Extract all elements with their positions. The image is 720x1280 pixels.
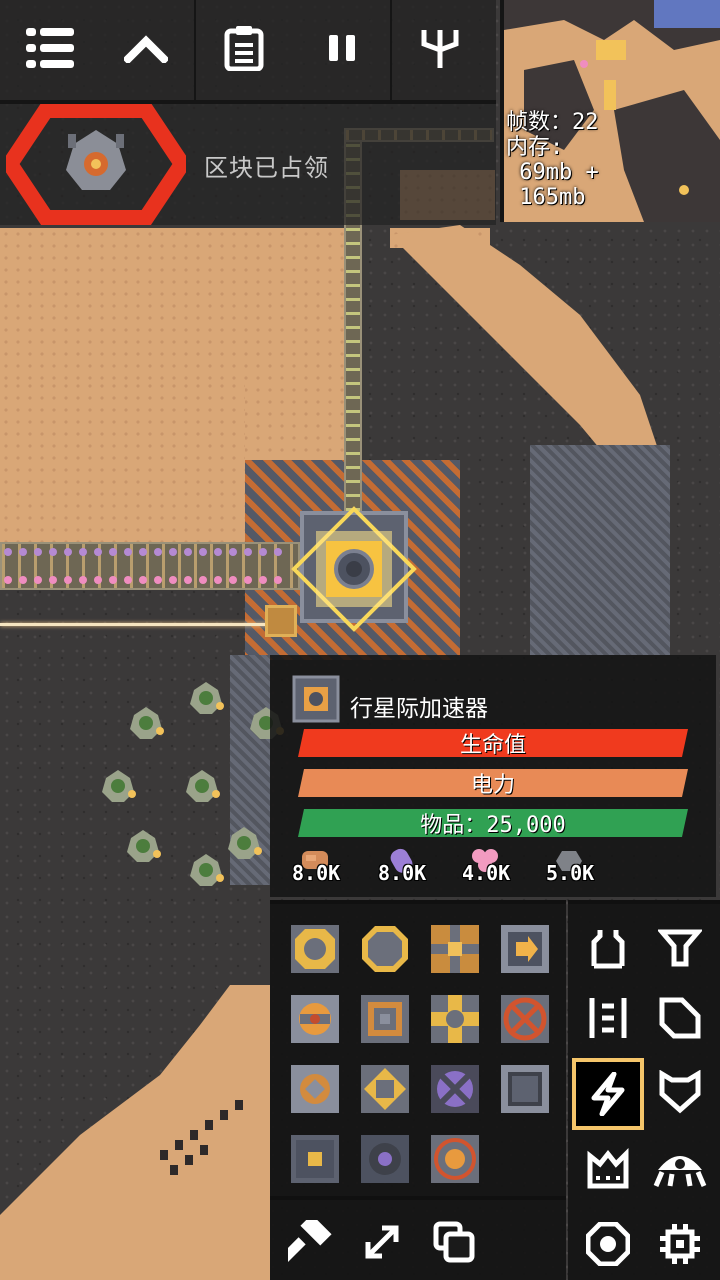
container-block[interactable]	[360, 994, 410, 1044]
fps-counter: 帧数：22	[506, 110, 599, 135]
distributor-block[interactable]	[360, 1134, 410, 1184]
production-icon[interactable]	[648, 916, 712, 980]
resource-silicon: 5.0K	[528, 847, 618, 887]
unloader-block[interactable]	[500, 924, 550, 974]
copy-icon[interactable]	[422, 1210, 486, 1274]
logic-icon[interactable]	[648, 1212, 712, 1276]
enemy-unit[interactable]	[128, 705, 164, 741]
liquid-icon[interactable]	[648, 986, 712, 1050]
enemy-boss-icon[interactable]	[6, 104, 186, 225]
block-selection-grid	[270, 900, 566, 1200]
block-category-bar	[568, 900, 720, 1280]
build-tools-bar	[270, 1196, 566, 1280]
clipboard-icon[interactable]	[212, 16, 276, 80]
sorter-block[interactable]	[290, 1064, 340, 1114]
units-icon[interactable]	[648, 1136, 712, 1200]
memory-label: 内存:	[506, 135, 564, 160]
bridge-block[interactable]	[430, 994, 480, 1044]
tech-tree-icon[interactable]	[408, 16, 472, 80]
sand-terrain	[0, 380, 245, 550]
turret-icon[interactable]	[576, 916, 640, 980]
enemy-unit[interactable]	[100, 768, 136, 804]
pause-icon[interactable]	[310, 16, 374, 80]
power-icon[interactable]	[572, 1058, 644, 1130]
resource-copper: 8.0K	[274, 847, 364, 887]
launch-pad-block[interactable]	[430, 1134, 480, 1184]
expand-icon[interactable]	[350, 1210, 414, 1274]
power-laser	[0, 623, 270, 626]
toolbar-divider	[194, 0, 196, 100]
enemy-unit[interactable]	[188, 852, 224, 888]
enemy-unit[interactable]	[226, 825, 262, 861]
resource-value: 8.0K	[378, 861, 427, 885]
resource-phase-fabric: 4.0K	[444, 847, 534, 887]
rock-cluster	[160, 1100, 243, 1175]
resource-value: 4.0K	[462, 861, 511, 885]
accelerator-building[interactable]	[290, 505, 418, 633]
top-toolbar	[0, 0, 496, 100]
chevron-up-icon[interactable]	[114, 16, 178, 80]
distribution-icon[interactable]	[576, 986, 640, 1050]
memory-value-2: 165mb	[506, 185, 586, 210]
resource-value: 8.0K	[292, 861, 341, 885]
overflow-gate-block[interactable]	[500, 994, 550, 1044]
performance-stats: 帧数：22 内存: 69mb + 165mb	[506, 110, 599, 210]
conveyor-items	[4, 548, 282, 556]
crafting-icon[interactable]	[576, 1136, 640, 1200]
resource-value: 5.0K	[546, 861, 595, 885]
mass-driver-block[interactable]	[430, 924, 480, 974]
core-shard-block[interactable]	[290, 924, 340, 974]
core-foundation-block[interactable]	[360, 924, 410, 974]
block-name: 行星际加速器	[350, 696, 488, 722]
effect-icon[interactable]	[576, 1212, 640, 1276]
block-info-panel: 行星际加速器 生命值 电力 物品：25,000 8.0K 8.0K 4.0K 5…	[270, 655, 716, 897]
defense-icon[interactable]	[648, 1060, 712, 1124]
toolbar-divider	[390, 0, 392, 100]
conveyor-items	[4, 576, 282, 584]
power-node-block[interactable]	[290, 994, 340, 1044]
metal-floor	[530, 445, 670, 655]
menu-icon[interactable]	[18, 16, 82, 80]
minimap[interactable]: 帧数：22 内存: 69mb + 165mb	[500, 0, 720, 222]
hammer-icon[interactable]	[278, 1210, 342, 1274]
router-block[interactable]	[360, 1064, 410, 1114]
plastanium-block[interactable]	[430, 1064, 480, 1114]
power-bar: 电力	[298, 769, 688, 797]
accelerator-thumbnail-icon	[292, 675, 340, 723]
resource-plastanium: 8.0K	[360, 847, 450, 887]
items-bar: 物品：25,000	[298, 809, 688, 837]
enemy-unit[interactable]	[188, 680, 224, 716]
enemy-unit[interactable]	[184, 768, 220, 804]
vault-block[interactable]	[500, 1064, 550, 1114]
payload-block[interactable]	[290, 1134, 340, 1184]
enemy-unit[interactable]	[125, 828, 161, 864]
health-bar: 生命值	[298, 729, 688, 757]
wave-status-panel: 区块已占领	[0, 100, 496, 225]
sector-status-text: 区块已占领	[204, 154, 329, 182]
memory-value-1: 69mb +	[506, 160, 599, 185]
